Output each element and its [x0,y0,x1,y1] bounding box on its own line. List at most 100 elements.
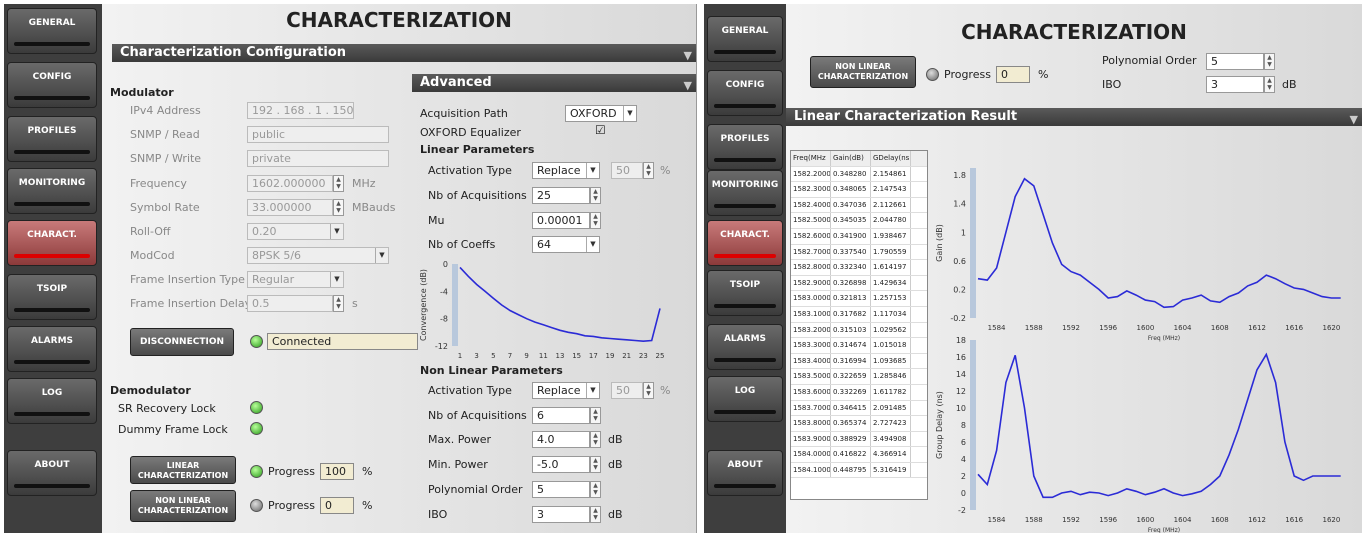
table-cell: 1582.5000 [791,213,831,228]
disconnection-button[interactable]: DISCONNECTION [130,328,234,356]
x-tick-label: 25 [656,352,665,360]
acquisition-path-select[interactable]: OXFORD ▼ [565,105,637,122]
nl-nb-acquisitions-spinner[interactable]: ▲ ▼ [590,407,601,424]
axis-band [970,340,976,510]
nonlinear-characterization-button[interactable]: NON LINEAR CHARACTERIZATION [130,490,236,522]
nav-config[interactable]: CONFIG [7,62,97,108]
y-tick-label: -2 [958,506,966,515]
activation-pct-field[interactable]: 50 [611,162,643,179]
nb-coeffs-select[interactable]: 64 ▼ [532,236,600,253]
nav-about[interactable]: ABOUT [707,450,783,496]
nav-monitoring[interactable]: MONITORING [7,168,97,214]
ipv4-field[interactable]: 192 . 168 . 1 . 150 [247,102,354,119]
modcod-select[interactable]: 8PSK 5/6 ▼ [247,247,389,264]
max-power-label: Max. Power [428,433,491,446]
nav-monitoring[interactable]: MONITORING [707,170,783,216]
nav-charact[interactable]: CHARACT. [7,220,97,266]
table-cell: 5.316419 [871,462,911,478]
symbol-rate-field[interactable]: 33.000000 [247,199,333,216]
rolloff-select[interactable]: 0.20 ▼ [247,223,344,240]
activation-type-label: Activation Type [428,164,512,177]
nb-acquisitions-field[interactable]: 25 [532,187,590,204]
result-table[interactable]: Freq(MHz Gain(dB) GDelay(ns) 1582.2000 0.348… [790,150,928,500]
max-power-spinner[interactable]: ▲ ▼ [590,431,601,448]
table-row: 1582.6000 0.341900 1.938467 [791,228,927,245]
nonlinear-progress-led [926,68,939,81]
polynomial-order-field[interactable]: 5 [1206,53,1264,70]
polynomial-order-spinner[interactable]: ▲ ▼ [590,481,601,498]
nl-nb-acquisitions-field[interactable]: 6 [532,407,590,424]
frame-insertion-delay-spinner[interactable]: ▲ ▼ [333,295,344,312]
sidebar: GENERAL CONFIG PROFILES MONITORING CHARA… [704,4,786,533]
min-power-spinner[interactable]: ▲ ▼ [590,456,601,473]
nb-acquisitions-spinner[interactable]: ▲ ▼ [590,187,601,204]
modulator-heading: Modulator [110,86,174,99]
nav-general[interactable]: GENERAL [7,8,97,54]
connection-status-field: Connected [267,333,418,350]
result-section-title: Linear Characterization Result [794,109,1018,124]
max-power-unit: dB [608,433,623,446]
frame-insertion-delay-field[interactable]: 0.5 [247,295,333,312]
snmp-read-field[interactable]: public [247,126,389,143]
nl-activation-type-select[interactable]: Replace ▼ [532,382,600,399]
axis-band [970,168,976,318]
nav-alarms[interactable]: ALARMS [707,324,783,370]
ibo-spinner[interactable]: ▲ ▼ [1264,76,1275,93]
nav-tsoip[interactable]: TSOIP [7,274,97,320]
dummy-frame-lock-led [250,422,263,435]
activation-type-select[interactable]: Replace ▼ [532,162,600,179]
nav-profiles[interactable]: PROFILES [7,116,97,162]
mu-spinner[interactable]: ▲ ▼ [590,212,601,229]
table-row: 1582.5000 0.345035 2.044780 [791,213,927,229]
nav-config[interactable]: CONFIG [707,70,783,116]
nav-profiles[interactable]: PROFILES [707,124,783,170]
nl-activation-pct-field[interactable]: 50 [611,382,643,399]
max-power-field[interactable]: 4.0 [532,431,590,448]
polynomial-order-spinner[interactable]: ▲ ▼ [1264,53,1275,70]
nl-activation-pct-spinner[interactable]: ▲ ▼ [643,382,654,399]
nav-charact[interactable]: CHARACT. [707,220,783,266]
y-tick-label: -4 [440,287,448,296]
result-section-header[interactable]: Linear Characterization Result ▼ [786,108,1362,126]
config-section-header[interactable]: Characterization Configuration ▼ [112,44,696,62]
group-delay-chart: 18 16 14 12 10 8 6 4 2 0 -2 1584 1588 1592 1596 1600 160… [935,336,1341,533]
table-cell: 2.091485 [871,400,911,416]
activation-pct-spinner[interactable]: ▲ ▼ [643,162,654,179]
y-tick-label: 1.8 [953,171,966,180]
frequency-spinner[interactable]: ▲ ▼ [333,175,344,192]
nav-tsoip[interactable]: TSOIP [707,270,783,316]
chevron-down-icon: ▼ [330,224,343,239]
advanced-section-header[interactable]: Advanced ▼ [412,74,696,92]
min-power-field[interactable]: -5.0 [532,456,590,473]
snmp-write-field[interactable]: private [247,150,389,167]
nav-general[interactable]: GENERAL [707,16,783,62]
table-cell: 0.321813 [831,291,871,306]
table-cell: 0.341900 [831,228,871,244]
linear-characterization-button[interactable]: LINEAR CHARACTERIZATION [130,456,236,484]
min-power-label: Min. Power [428,458,488,471]
ibo-field[interactable]: 3 [1206,76,1264,93]
y-tick-label: 4 [961,455,966,464]
nonlinear-parameters-heading: Non Linear Parameters [420,364,563,377]
nonlinear-characterization-button[interactable]: NON LINEAR CHARACTERIZATION [810,56,916,88]
frequency-field[interactable]: 1602.000000 [247,175,333,192]
frame-insertion-type-select[interactable]: Regular ▼ [247,271,344,288]
mu-field[interactable]: 0.00001 [532,212,590,229]
x-tick-label: 21 [622,352,631,360]
nav-alarms[interactable]: ALARMS [7,326,97,372]
table-cell: 1583.2000 [791,322,831,338]
table-cell: 0.345035 [831,213,871,228]
connection-status-led [250,335,263,348]
y-tick-label: 0 [961,489,966,498]
table-cell: Gain(dB) [831,151,871,166]
oxford-equalizer-checkbox[interactable]: ☑ [595,123,606,137]
nav-log[interactable]: LOG [707,376,783,422]
polynomial-order-field[interactable]: 5 [532,481,590,498]
symbol-rate-spinner[interactable]: ▲ ▼ [333,199,344,216]
nav-about[interactable]: ABOUT [7,450,97,496]
ibo-spinner[interactable]: ▲ ▼ [590,506,601,523]
ibo-field[interactable]: 3 [532,506,590,523]
nav-log[interactable]: LOG [7,378,97,424]
chevron-down-icon: ▼ [586,163,599,178]
left-screen: GENERAL CONFIG PROFILES MONITORING CHARA… [4,4,697,533]
